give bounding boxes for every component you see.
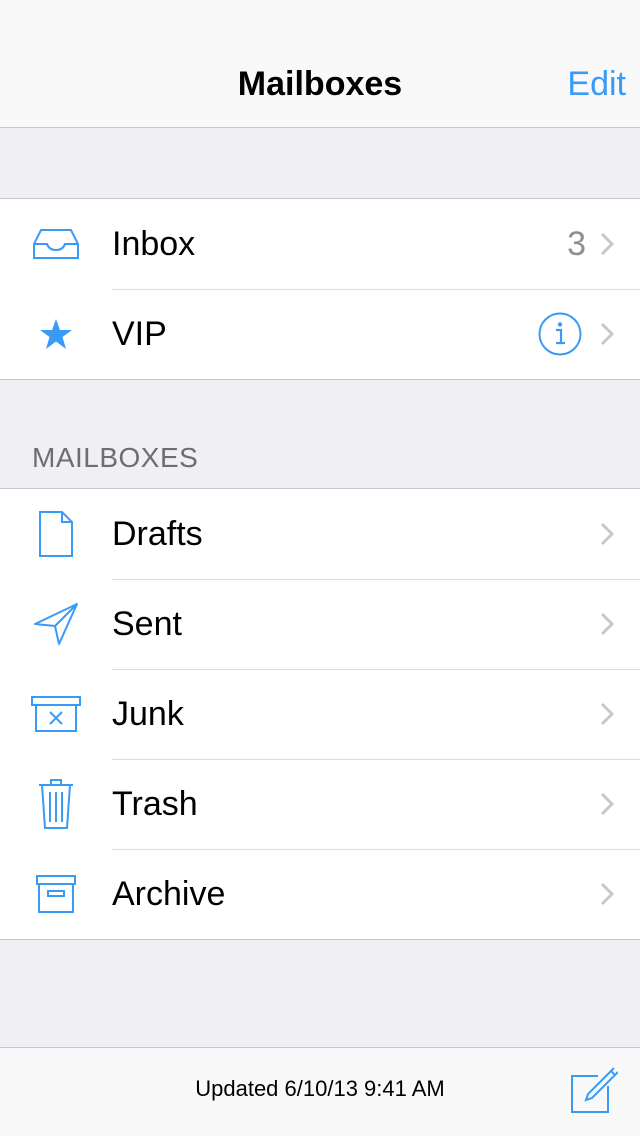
mailbox-row-sent[interactable]: Sent [0,579,640,669]
mailbox-row-vip[interactable]: VIP [0,289,640,379]
chevron-right-icon [600,669,640,759]
section-header-mailboxes: MAILBOXES [32,442,199,473]
unread-count: 3 [567,224,586,263]
chevron-right-icon [600,199,640,289]
mailbox-row-trash[interactable]: Trash [0,759,640,849]
chevron-right-icon [600,759,640,849]
mailbox-label: Inbox [112,225,196,263]
edit-button[interactable]: Edit [567,64,626,104]
info-icon[interactable] [538,312,582,356]
mailbox-row-archive[interactable]: Archive [0,849,640,939]
chevron-right-icon [600,489,640,579]
mailbox-label: Archive [112,875,226,913]
compose-icon[interactable] [568,1066,619,1116]
mailbox-row-junk[interactable]: Junk [0,669,640,759]
junk-icon [0,669,112,759]
mailbox-label: Sent [112,605,182,643]
bottom-toolbar: Updated 6/10/13 9:41 AM [0,1047,640,1136]
mailbox-label: Drafts [112,515,203,553]
star-icon [0,289,112,379]
mailbox-row-drafts[interactable]: Drafts [0,489,640,579]
navigation-bar: Mailboxes Edit [0,0,640,128]
mailbox-label: Trash [112,785,198,823]
page-title: Mailboxes [237,65,403,103]
archive-icon [0,849,112,939]
inbox-icon [0,199,112,289]
trash-icon [0,759,112,849]
mailbox-row-inbox[interactable]: Inbox 3 [0,199,640,289]
mailbox-label: Junk [112,695,184,733]
mailboxes-group: Drafts Sent Junk Trash Archive [0,488,640,940]
chevron-right-icon [600,289,640,379]
drafts-icon [0,489,112,579]
update-status: Updated 6/10/13 9:41 AM [195,1076,445,1101]
sent-icon [0,579,112,669]
favorites-group: Inbox 3 VIP [0,198,640,380]
mailbox-label: VIP [112,315,167,353]
chevron-right-icon [600,579,640,669]
chevron-right-icon [600,849,640,939]
